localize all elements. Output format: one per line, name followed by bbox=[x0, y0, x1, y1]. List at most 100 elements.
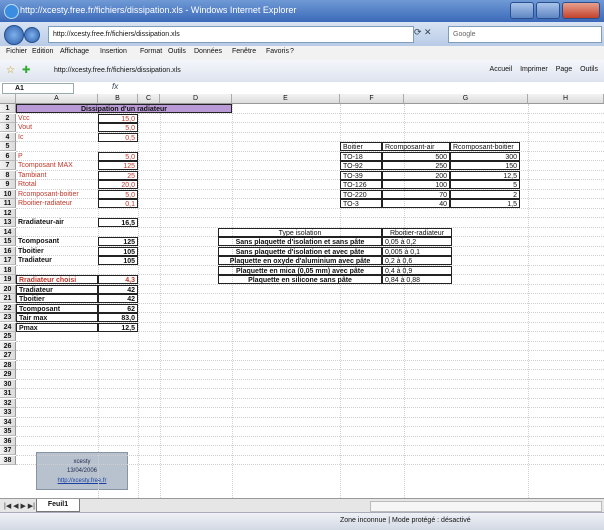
row-header-21[interactable]: 21 bbox=[0, 294, 16, 303]
command-0[interactable]: Accueil bbox=[490, 66, 513, 73]
param-label[interactable]: Vcc bbox=[16, 114, 98, 123]
param-value[interactable]: 5,0 bbox=[98, 123, 138, 132]
isolation-cell[interactable]: Sans plaquette d'isolation et avec pâte bbox=[218, 246, 382, 256]
choice-value[interactable]: 42 bbox=[98, 294, 138, 303]
param-value[interactable]: 125 bbox=[98, 161, 138, 170]
row-header-27[interactable]: 27 bbox=[0, 351, 16, 360]
maximize-button[interactable] bbox=[536, 2, 560, 19]
param-value[interactable]: 25 bbox=[98, 170, 138, 180]
horizontal-scrollbar[interactable] bbox=[370, 501, 602, 512]
row-header-6[interactable]: 6 bbox=[0, 151, 16, 161]
column-header-E[interactable]: E bbox=[232, 94, 340, 104]
temp-label[interactable]: Tradiateur bbox=[16, 256, 98, 265]
package-cell[interactable]: 12,5 bbox=[450, 170, 520, 180]
menu-item-6[interactable]: Données bbox=[194, 48, 222, 55]
row-header-7[interactable]: 7 bbox=[0, 161, 16, 170]
package-header[interactable]: Rcomposant-boitier bbox=[450, 142, 520, 151]
row-header-36[interactable]: 36 bbox=[0, 436, 16, 446]
sheet-nav-arrows[interactable]: |◀ ◀ ▶ ▶| bbox=[4, 502, 35, 510]
row-header-31[interactable]: 31 bbox=[0, 389, 16, 398]
row-header-11[interactable]: 11 bbox=[0, 199, 16, 208]
menu-item-2[interactable]: Affichage bbox=[60, 48, 89, 55]
package-cell[interactable]: 200 bbox=[382, 170, 450, 180]
isolation-cell[interactable]: 0,2 à 0,6 bbox=[382, 256, 452, 265]
column-header-A[interactable]: A bbox=[16, 94, 98, 104]
package-cell[interactable]: 70 bbox=[382, 189, 450, 199]
isolation-cell[interactable]: Plaquette en mica (0,05 mm) avec pâte bbox=[218, 265, 382, 275]
package-header[interactable]: Rcomposant-air bbox=[382, 142, 450, 151]
row-header-5[interactable]: 5 bbox=[0, 142, 16, 151]
package-cell[interactable]: 5 bbox=[450, 180, 520, 189]
column-header-F[interactable]: F bbox=[340, 94, 404, 104]
column-header-D[interactable]: D bbox=[160, 94, 232, 104]
package-cell[interactable]: 500 bbox=[382, 151, 450, 161]
param-value[interactable]: 20,0 bbox=[98, 180, 138, 189]
name-box[interactable]: A1 bbox=[2, 83, 74, 94]
column-header-H[interactable]: H bbox=[528, 94, 604, 104]
row-header-34[interactable]: 34 bbox=[0, 417, 16, 427]
param-label[interactable]: P bbox=[16, 152, 98, 161]
isolation-cell[interactable]: 0,005 à 0,1 bbox=[382, 246, 452, 256]
isolation-header[interactable]: Rboitier-radiateur bbox=[382, 227, 452, 237]
select-all-corner[interactable] bbox=[0, 94, 16, 104]
row-header-33[interactable]: 33 bbox=[0, 408, 16, 417]
row-header-13[interactable]: 13 bbox=[0, 218, 16, 227]
menu-item-3[interactable]: Insertion bbox=[100, 48, 127, 55]
package-cell[interactable]: TO-3 bbox=[340, 199, 382, 208]
param-value[interactable]: 15,0 bbox=[98, 113, 138, 123]
column-header-B[interactable]: B bbox=[98, 94, 138, 104]
search-input[interactable]: Google bbox=[448, 26, 602, 43]
choice-label[interactable]: Rradiateur choisi bbox=[16, 275, 98, 284]
isolation-cell[interactable]: Plaquette en silicone sans pâte bbox=[218, 275, 382, 284]
param-label[interactable]: Rcomposant-boitier bbox=[16, 190, 98, 199]
package-cell[interactable]: 1,5 bbox=[450, 199, 520, 208]
isolation-cell[interactable]: 0,4 à 0,9 bbox=[382, 265, 452, 275]
isolation-header[interactable]: Type isolation bbox=[218, 227, 382, 237]
favorites-star-icon[interactable]: ☆ bbox=[6, 65, 15, 76]
package-cell[interactable]: 150 bbox=[450, 161, 520, 170]
package-cell[interactable]: TO-92 bbox=[340, 161, 382, 170]
package-cell[interactable]: TO-126 bbox=[340, 180, 382, 189]
rad-air-value[interactable]: 16,5 bbox=[98, 218, 138, 227]
menu-item-8[interactable]: Favoris bbox=[266, 48, 289, 55]
choice-label[interactable]: Tboitier bbox=[16, 294, 98, 303]
choice-label[interactable]: Pmax bbox=[16, 322, 98, 332]
package-cell[interactable]: TO-39 bbox=[340, 170, 382, 180]
param-label[interactable]: Rtotal bbox=[16, 180, 98, 189]
temp-value[interactable]: 105 bbox=[98, 246, 138, 256]
param-value[interactable]: 5,0 bbox=[98, 189, 138, 199]
row-header-29[interactable]: 29 bbox=[0, 370, 16, 379]
row-header-37[interactable]: 37 bbox=[0, 446, 16, 455]
isolation-cell[interactable]: 0,05 à 0,2 bbox=[382, 237, 452, 246]
param-value[interactable]: 5,0 bbox=[98, 151, 138, 161]
menu-item-1[interactable]: Edition bbox=[32, 48, 53, 55]
temp-label[interactable]: Tboitier bbox=[16, 247, 98, 256]
choice-label[interactable]: Tcomposant bbox=[16, 303, 98, 313]
row-header-4[interactable]: 4 bbox=[0, 132, 16, 142]
param-label[interactable]: Ic bbox=[16, 133, 98, 142]
sheet-title[interactable]: Dissipation d'un radiateur bbox=[16, 104, 232, 113]
rad-air-label[interactable]: Rradiateur-air bbox=[16, 218, 98, 227]
sheet-tab-feuil1[interactable]: Feuil1 bbox=[36, 499, 80, 512]
package-cell[interactable]: 2 bbox=[450, 189, 520, 199]
package-cell[interactable]: 40 bbox=[382, 199, 450, 208]
row-header-35[interactable]: 35 bbox=[0, 427, 16, 436]
menu-item-4[interactable]: Format bbox=[140, 48, 162, 55]
tab-title[interactable]: http://xcesty.free.fr/fichiers/dissipati… bbox=[54, 67, 181, 74]
menu-item-0[interactable]: Fichier bbox=[6, 48, 27, 55]
isolation-cell[interactable]: 0,84 à 0,88 bbox=[382, 275, 452, 284]
param-label[interactable]: Rboitier-radiateur bbox=[16, 199, 98, 208]
close-button[interactable] bbox=[562, 2, 600, 19]
row-header-23[interactable]: 23 bbox=[0, 313, 16, 322]
column-header-C[interactable]: C bbox=[138, 94, 160, 104]
back-button[interactable] bbox=[4, 25, 24, 45]
choice-value[interactable]: 4,3 bbox=[98, 275, 138, 284]
row-header-26[interactable]: 26 bbox=[0, 341, 16, 351]
row-header-28[interactable]: 28 bbox=[0, 360, 16, 370]
row-header-18[interactable]: 18 bbox=[0, 265, 16, 275]
row-header-10[interactable]: 10 bbox=[0, 189, 16, 199]
row-header-38[interactable]: 38 bbox=[0, 455, 16, 465]
add-favorite-icon[interactable]: ✚ bbox=[22, 65, 30, 76]
isolation-cell[interactable]: Plaquette en oxyde d'aluminium avec pâte bbox=[218, 256, 382, 265]
refresh-icon[interactable]: ⟳ ✕ bbox=[414, 27, 432, 38]
